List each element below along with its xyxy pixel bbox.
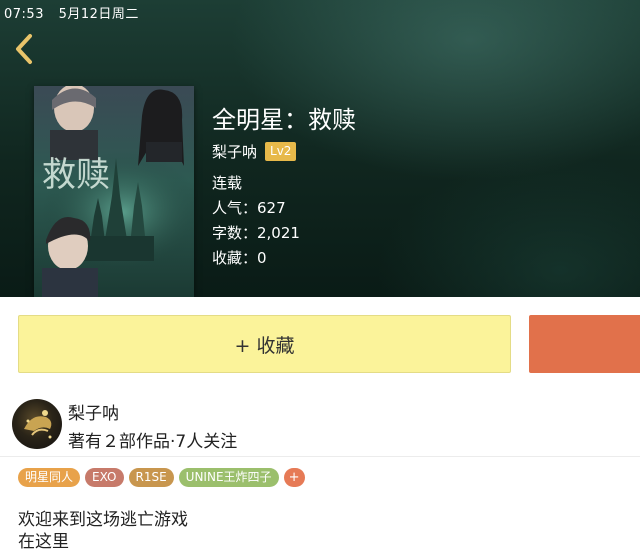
read-button[interactable] — [529, 315, 640, 373]
cover-art: 救赎 — [34, 86, 194, 297]
author-section[interactable]: 梨子呐 著有２部作品·7人关注 — [0, 392, 640, 454]
tag-item[interactable]: EXO — [85, 468, 124, 487]
avatar-image — [24, 410, 52, 439]
tag-item[interactable]: UNINE王炸四子 — [178, 468, 279, 487]
avatar[interactable] — [12, 399, 62, 449]
collect-button[interactable]: + 收藏 — [18, 315, 511, 373]
book-status: 连载 — [212, 174, 243, 192]
book-author[interactable]: 梨子呐 — [212, 141, 257, 162]
book-header: 07:53 5月12日周二 救赎 全明星：救赎 梨子呐 Lv2 连载 人气：62… — [0, 0, 640, 297]
tag-row: 明星同人 EXO R1SE UNINE王炸四子 + — [18, 468, 305, 487]
divider — [0, 456, 640, 457]
tag-item[interactable]: 明星同人 — [18, 468, 81, 487]
book-title: 全明星：救赎 — [212, 106, 356, 134]
status-date: 5月12日周二 — [58, 7, 139, 22]
book-popularity: 人气：627 — [212, 199, 286, 217]
status-bar: 07:53 5月12日周二 — [4, 3, 149, 22]
book-word-count: 字数：2,021 — [212, 224, 300, 242]
status-time: 07:53 — [4, 7, 44, 22]
intro-line: 在这里 — [18, 532, 69, 552]
author-row: 梨子呐 Lv2 — [212, 141, 297, 162]
author-section-name: 梨子呐 — [68, 404, 119, 424]
author-stats: 著有２部作品·7人关注 — [68, 432, 238, 452]
cover-title-text: 救赎 — [42, 155, 110, 195]
chevron-left-icon — [16, 34, 32, 64]
tag-item[interactable]: R1SE — [128, 468, 174, 487]
book-cover[interactable]: 救赎 — [34, 86, 194, 297]
back-button[interactable] — [8, 30, 42, 68]
add-tag-button[interactable]: + — [283, 468, 305, 487]
level-badge: Lv2 — [265, 142, 297, 161]
book-favorites: 收藏：0 — [212, 249, 267, 267]
